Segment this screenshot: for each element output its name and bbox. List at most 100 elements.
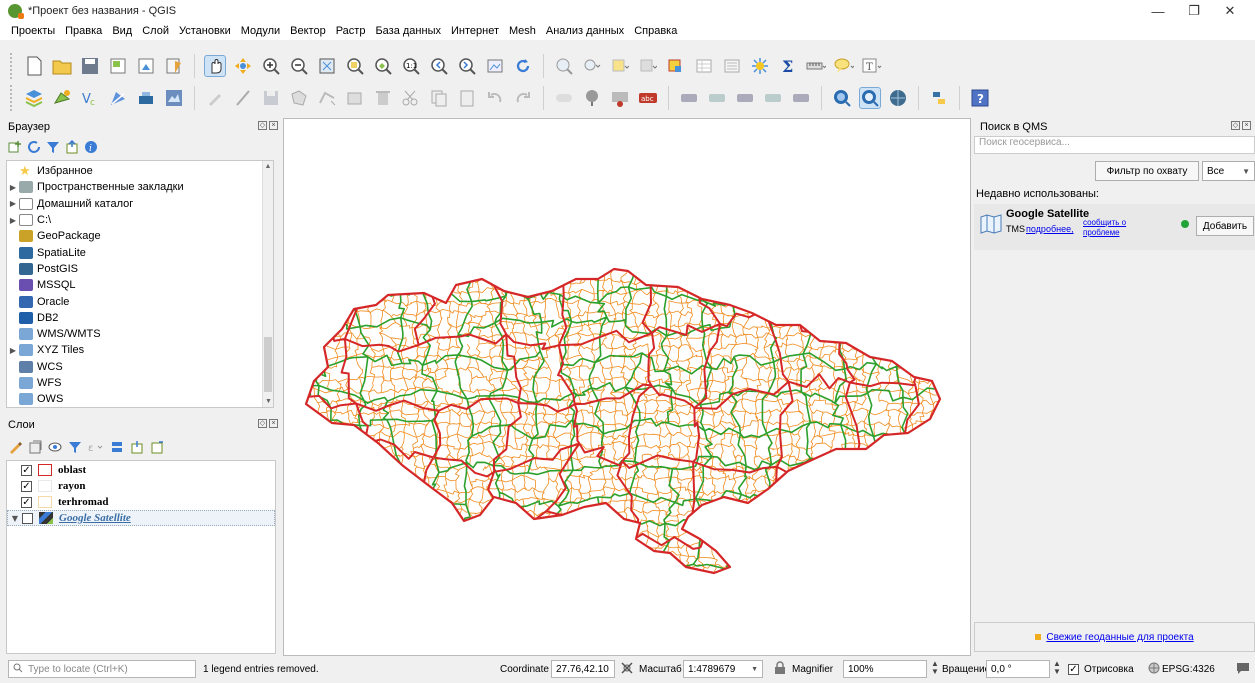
menu-settings[interactable]: Установки [174, 25, 236, 37]
browser-item[interactable]: WCS [7, 359, 273, 375]
zoom-to-layer-icon[interactable] [372, 55, 394, 77]
messages-icon[interactable] [1236, 661, 1250, 678]
coordinate-toggle-icon[interactable] [620, 661, 634, 678]
save-project-icon[interactable] [79, 55, 101, 77]
deselect-icon[interactable] [637, 55, 659, 77]
browser-item[interactable]: MSSQL [7, 277, 273, 293]
report-problem-link[interactable]: сообщить о [1083, 218, 1126, 227]
browser-item[interactable]: SpatiaLite [7, 244, 273, 260]
zoom-full-icon[interactable] [316, 55, 338, 77]
scroll-down-icon[interactable]: ▼ [263, 398, 273, 405]
layer-symbol-swatch[interactable] [38, 480, 52, 492]
filter-select[interactable]: Все ▼ [1202, 161, 1255, 181]
refresh-icon[interactable] [27, 140, 41, 157]
add-spatialite-layer-icon[interactable] [135, 87, 157, 109]
scale-field[interactable]: 1:4789679 ▼ [683, 660, 763, 678]
raster-layer-icon[interactable] [39, 512, 53, 524]
coordinate-field[interactable]: 27.76,42.10 [551, 660, 615, 678]
refresh-icon[interactable] [512, 55, 534, 77]
show-hide-labels-icon[interactable] [762, 87, 784, 109]
browser-item[interactable]: WFS [7, 375, 273, 391]
new-map-view-icon[interactable] [484, 55, 506, 77]
render-checkbox[interactable]: ✓ [1068, 664, 1079, 675]
layer-row[interactable]: ✓ rayon [7, 478, 275, 494]
browser-scrollbar[interactable]: ▲ ▼ [262, 161, 273, 407]
rotation-field[interactable]: 0,0 ° [986, 660, 1050, 678]
change-label-icon[interactable] [734, 87, 756, 109]
add-delimited-text-icon[interactable] [107, 87, 129, 109]
properties-info-icon[interactable]: i [84, 140, 98, 157]
qms-search-input[interactable]: Поиск геосервиса... [974, 136, 1255, 154]
sum-icon[interactable]: Σ [777, 55, 799, 77]
toggle-editing-icon[interactable] [232, 87, 254, 109]
browser-item[interactable]: ★ Избранное [7, 163, 273, 179]
highlight-labels-icon[interactable] [609, 87, 631, 109]
crs-label[interactable]: EPSG:4326 [1162, 664, 1215, 675]
layer-visibility-checkbox[interactable]: ✓ [21, 480, 32, 492]
close-panel-icon[interactable]: × [1242, 121, 1251, 130]
filter-expression-icon[interactable]: ε [88, 440, 104, 457]
pan-to-selection-icon[interactable] [232, 55, 254, 77]
details-link[interactable]: подробнее, [1026, 224, 1074, 234]
browser-item[interactable]: WMS/WMTS [7, 326, 273, 342]
lock-scale-icon[interactable] [774, 661, 786, 678]
layer-symbol-swatch[interactable] [38, 496, 52, 508]
float-panel-icon[interactable]: ◇ [258, 121, 267, 130]
add-group-icon[interactable] [28, 440, 42, 457]
scroll-up-icon[interactable]: ▲ [263, 163, 273, 170]
layer-labeling-icon[interactable]: abc [637, 87, 659, 109]
new-project-icon[interactable] [23, 55, 45, 77]
measure-icon[interactable] [805, 55, 827, 77]
pin-labels-icon[interactable] [581, 87, 603, 109]
menu-mesh[interactable]: Mesh [504, 25, 541, 37]
zoom-last-icon[interactable] [428, 55, 450, 77]
identify-icon[interactable] [553, 55, 575, 77]
paste-features-icon[interactable] [456, 87, 478, 109]
add-raster-layer-icon[interactable]: Vc [79, 87, 101, 109]
help-icon[interactable]: ? [969, 87, 991, 109]
add-vector-layer-icon[interactable] [51, 87, 73, 109]
move-label-icon[interactable] [678, 87, 700, 109]
qms-search-icon[interactable] [831, 87, 853, 109]
style-layer-icon[interactable] [8, 440, 22, 457]
add-feature-icon[interactable] [288, 87, 310, 109]
toolbar-grip[interactable] [10, 53, 14, 79]
map-canvas[interactable] [283, 118, 971, 656]
menu-database[interactable]: База данных [370, 25, 446, 37]
close-panel-icon[interactable]: × [269, 121, 278, 130]
scrollbar-thumb[interactable] [264, 337, 272, 392]
data-source-manager-icon[interactable] [23, 87, 45, 109]
label-properties-icon[interactable] [790, 87, 812, 109]
cut-features-icon[interactable] [400, 87, 422, 109]
redo-icon[interactable] [512, 87, 534, 109]
zoom-out-icon[interactable] [288, 55, 310, 77]
statistics-icon[interactable] [721, 55, 743, 77]
browser-item[interactable]: DB2 [7, 310, 273, 326]
report-problem-link-line2[interactable]: проблеме [1083, 228, 1120, 237]
layout-manager-icon[interactable] [135, 55, 157, 77]
layer-row[interactable]: ✓ terhromad [7, 494, 275, 510]
rotate-label-icon[interactable] [706, 87, 728, 109]
add-service-button[interactable]: Добавить [1196, 216, 1254, 236]
zoom-native-icon[interactable]: 1:1 [400, 55, 422, 77]
pan-icon[interactable] [204, 55, 226, 77]
locator-input[interactable]: Type to locate (Ctrl+K) [8, 660, 196, 678]
filter-icon[interactable] [46, 140, 60, 157]
save-edits-icon[interactable] [260, 87, 282, 109]
zoom-next-icon[interactable] [456, 55, 478, 77]
minimize-button[interactable]: — [1140, 0, 1176, 22]
text-annotation-icon[interactable]: T [861, 55, 883, 77]
map-tips-icon[interactable] [833, 55, 855, 77]
menu-edit[interactable]: Правка [60, 25, 107, 37]
crs-globe-icon[interactable] [1148, 662, 1160, 677]
style-manager-icon[interactable] [163, 55, 185, 77]
close-button[interactable]: ✕ [1212, 0, 1248, 22]
filter-by-extent-button[interactable]: Фильтр по охвату [1095, 161, 1199, 181]
menu-projects[interactable]: Проекты [6, 25, 60, 37]
remove-layer-icon[interactable] [150, 440, 164, 457]
plugin-globe-icon[interactable] [887, 87, 909, 109]
move-feature-icon[interactable] [344, 87, 366, 109]
expand-arrow-icon[interactable]: ▶ [7, 183, 19, 192]
browser-item[interactable]: ▶ Пространственные закладки [7, 179, 273, 195]
close-panel-icon[interactable]: × [269, 419, 278, 428]
